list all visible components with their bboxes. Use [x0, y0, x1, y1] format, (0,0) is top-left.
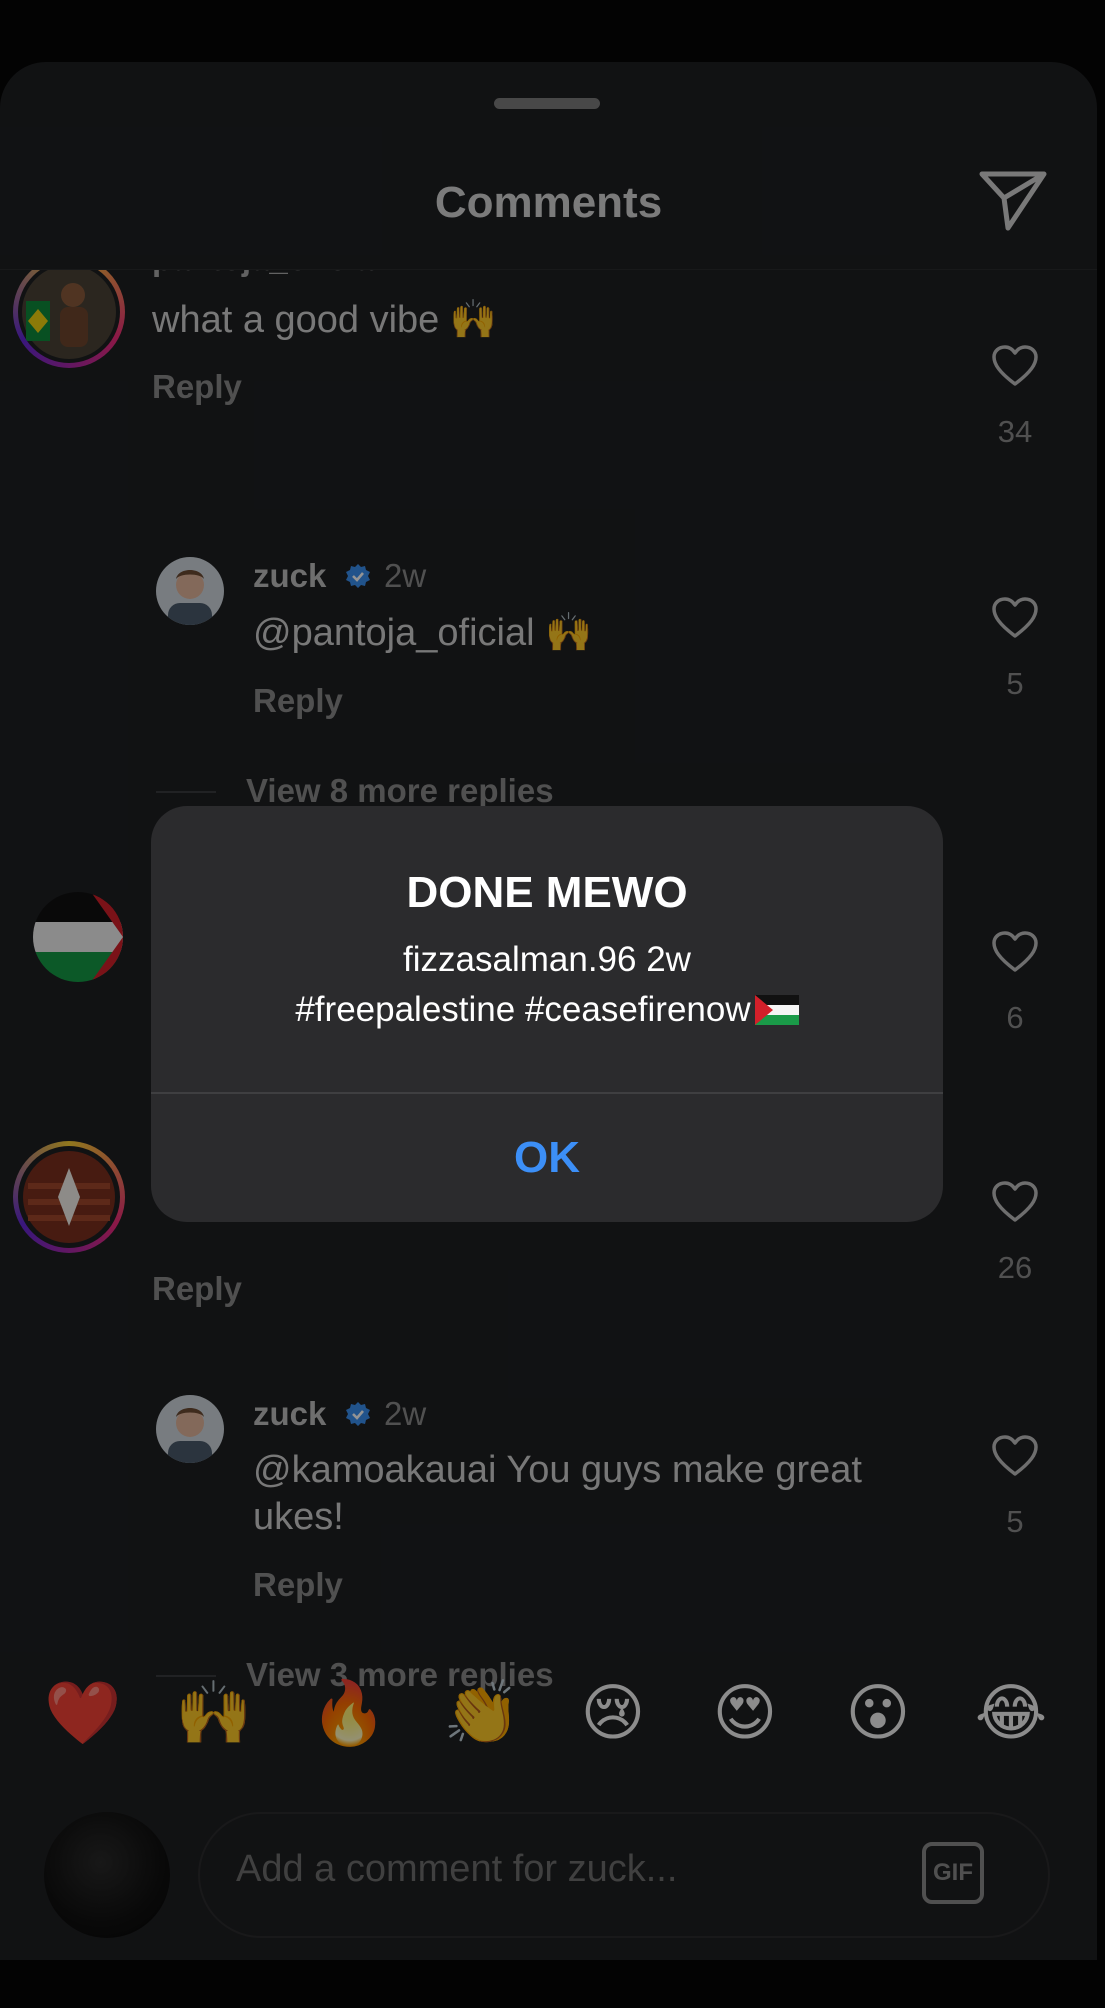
- dialog-title: DONE MEWO: [406, 868, 688, 917]
- ok-button[interactable]: OK: [151, 1094, 943, 1222]
- dialog-message-line1: fizzasalman.96 2w: [403, 940, 691, 979]
- palestine-flag-icon: [754, 995, 799, 1025]
- alert-dialog: DONE MEWO fizzasalman.96 2w #freepalesti…: [151, 806, 943, 1222]
- dialog-message-line2: #freepalestine #ceasefirenow: [151, 990, 943, 1030]
- dialog-hashtags: #freepalestine #ceasefirenow: [295, 990, 751, 1029]
